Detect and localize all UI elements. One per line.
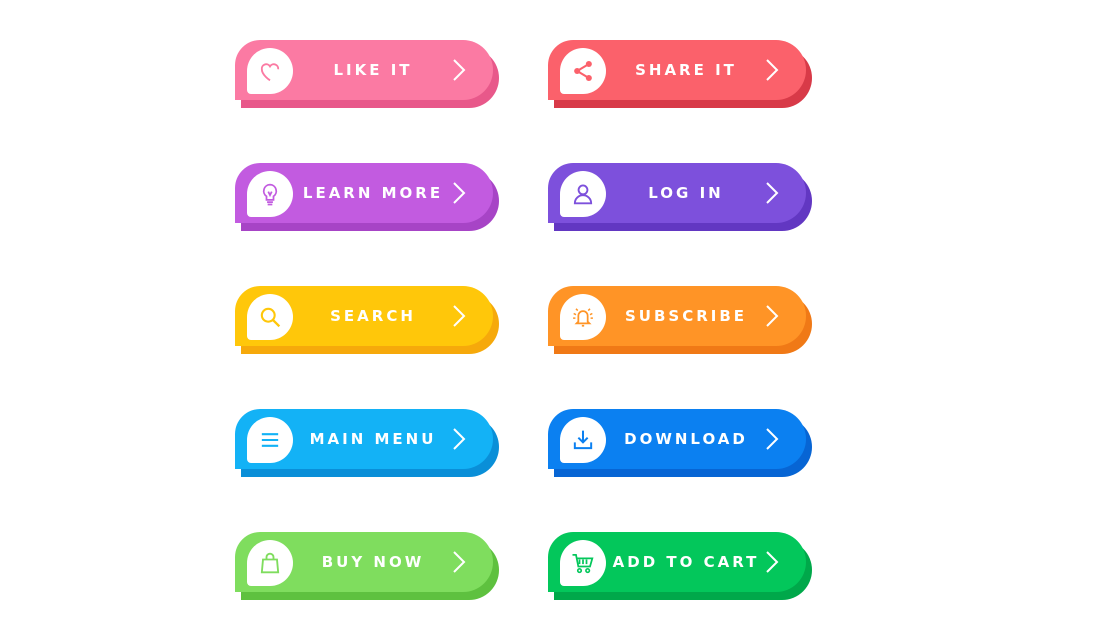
button-label: SEARCH (330, 307, 416, 325)
download-icon (560, 417, 606, 463)
chevron-right-icon (766, 59, 779, 81)
search-button[interactable]: SEARCH (235, 286, 499, 354)
chevron-right-icon (453, 305, 466, 327)
download-button[interactable]: DOWNLOAD (548, 409, 812, 477)
button-label: LEARN MORE (302, 184, 444, 202)
chevron-right-icon (453, 59, 466, 81)
chevron-right-icon (766, 305, 779, 327)
learn-more-button[interactable]: LEARN MORE (235, 163, 499, 231)
chevron-right-icon (766, 551, 779, 573)
heart-icon (247, 48, 293, 94)
share-icon (560, 48, 606, 94)
lightbulb-icon (247, 171, 293, 217)
add-to-cart-button[interactable]: ADD TO CART (548, 532, 812, 600)
main-menu-button[interactable]: MAIN MENU (235, 409, 499, 477)
button-label: LIKE IT (333, 61, 413, 79)
chevron-right-icon (766, 428, 779, 450)
share-it-button[interactable]: SHARE IT (548, 40, 812, 108)
button-label: SHARE IT (635, 61, 737, 79)
shopping-bag-icon (247, 540, 293, 586)
button-label: MAIN MENU (309, 430, 437, 448)
chevron-right-icon (453, 428, 466, 450)
user-icon (560, 171, 606, 217)
buy-now-button[interactable]: BUY NOW (235, 532, 499, 600)
chevron-right-icon (453, 182, 466, 204)
like-it-button[interactable]: LIKE IT (235, 40, 499, 108)
button-label: LOG IN (648, 184, 724, 202)
log-in-button[interactable]: LOG IN (548, 163, 812, 231)
button-label: ADD TO CART (612, 553, 760, 571)
menu-icon (247, 417, 293, 463)
search-icon (247, 294, 293, 340)
bell-icon (560, 294, 606, 340)
chevron-right-icon (766, 182, 779, 204)
button-label: DOWNLOAD (624, 430, 748, 448)
button-label: SUBSCRIBE (624, 307, 748, 325)
cart-icon (560, 540, 606, 586)
subscribe-button[interactable]: SUBSCRIBE (548, 286, 812, 354)
button-label: BUY NOW (321, 553, 425, 571)
chevron-right-icon (453, 551, 466, 573)
